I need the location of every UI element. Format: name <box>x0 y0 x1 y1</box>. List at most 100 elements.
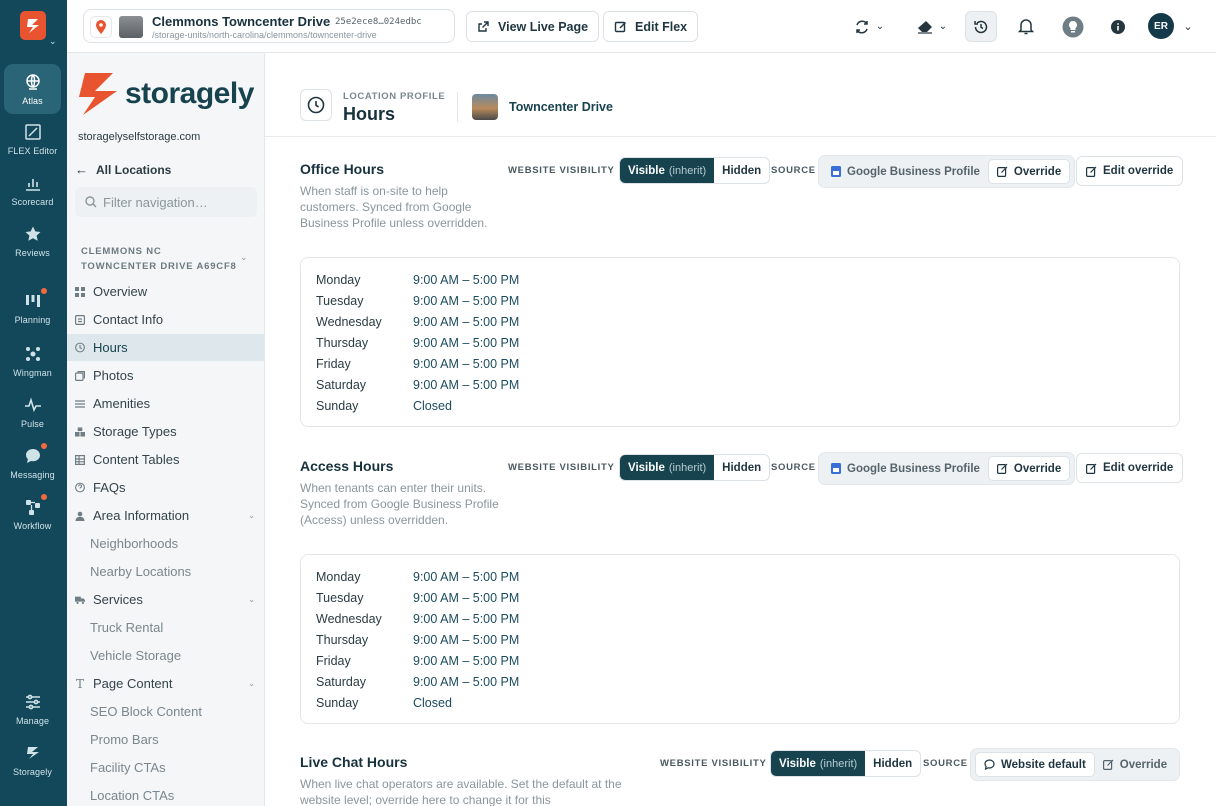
chevron-down-icon: ⌄ <box>875 21 885 32</box>
override-option[interactable]: Override <box>987 159 1071 184</box>
view-live-page-button[interactable]: View Live Page <box>466 11 600 42</box>
rail-item-storagely[interactable]: Storagely <box>4 735 61 785</box>
google-business-icon <box>831 463 841 474</box>
visibility-toggle: Visible (inherit) Hidden <box>770 750 922 777</box>
nav-item-photos[interactable]: Photos <box>67 362 264 389</box>
hidden-option[interactable]: Hidden <box>714 158 769 183</box>
filter-navigation-input[interactable] <box>103 194 253 210</box>
override-option[interactable]: Override <box>987 456 1071 481</box>
user-icon <box>75 511 85 521</box>
nav-item-promo-bars[interactable]: Promo Bars <box>90 732 159 747</box>
rail-item-workflow[interactable]: Workflow <box>4 489 61 539</box>
notification-dot <box>40 288 47 294</box>
all-locations-link[interactable]: ← All Locations <box>75 162 171 177</box>
nav-item-seo-block-content[interactable]: SEO Block Content <box>90 704 202 719</box>
nav-item-contact-info[interactable]: Contact Info <box>67 306 264 333</box>
nav-item-nearby-locations[interactable]: Nearby Locations <box>90 564 191 579</box>
arrow-left-icon: ← <box>75 162 88 177</box>
edit-canvas-icon <box>23 122 43 142</box>
override-option[interactable]: Override <box>1095 752 1175 777</box>
nav-item-services[interactable]: Services ⌄ <box>67 586 264 613</box>
account-menu-chevron-icon[interactable]: ⌄ <box>1181 11 1195 42</box>
rail-item-pulse[interactable]: Pulse <box>4 387 61 437</box>
hours-row: Sunday Closed <box>316 398 452 413</box>
top-bar: Clemmons Towncenter Drive 25e2ece8…024ed… <box>67 0 1216 53</box>
app-logo-icon[interactable] <box>20 11 46 40</box>
edit-icon <box>1086 463 1097 474</box>
info-button[interactable] <box>1110 11 1126 42</box>
notifications-button[interactable] <box>1016 11 1036 42</box>
location-group-header[interactable]: CLEMMONS NC TOWNCENTER DRIVE A69CF8 <box>81 244 237 274</box>
hours-row: Wednesday 9:00 AM – 5:00 PM <box>316 314 520 329</box>
hours-row: Sunday Closed <box>316 695 452 710</box>
visible-option[interactable]: Visible (inherit) <box>620 455 715 480</box>
rail-item-manage[interactable]: Manage <box>4 684 61 734</box>
nav-item-truck-rental[interactable]: Truck Rental <box>90 620 163 635</box>
nav-item-location-ctas[interactable]: Location CTAs <box>90 788 174 803</box>
rail-item-wingman[interactable]: Wingman <box>4 336 61 386</box>
chevron-down-icon: ⌄ <box>248 595 255 604</box>
rail-item-scorecard[interactable]: Scorecard <box>4 165 61 215</box>
ideas-button[interactable] <box>1060 11 1086 42</box>
nav-item-hours[interactable]: Hours <box>67 334 264 361</box>
chat-icon <box>23 443 47 466</box>
notification-dot <box>40 494 47 500</box>
rail-item-reviews[interactable]: Reviews <box>4 216 61 266</box>
rail-item-planning[interactable]: Planning <box>4 283 61 333</box>
edit-flex-button[interactable]: Edit Flex <box>603 11 699 42</box>
rail-item-messaging[interactable]: Messaging <box>4 438 61 488</box>
website-default-option[interactable]: Website default <box>975 752 1095 777</box>
clock-icon <box>75 342 85 353</box>
section-sidebar: storagely storagelyselfstorage.com ← All… <box>67 53 265 806</box>
user-avatar[interactable]: ER <box>1148 13 1174 39</box>
list-settings-icon <box>75 399 85 409</box>
nav-item-amenities[interactable]: Amenities <box>67 390 264 417</box>
hidden-option[interactable]: Hidden <box>865 751 920 776</box>
nav-item-facility-ctas[interactable]: Facility CTAs <box>90 760 166 775</box>
eraser-dropdown[interactable]: ⌄ <box>912 11 952 42</box>
location-switcher[interactable]: Clemmons Towncenter Drive 25e2ece8…024ed… <box>83 9 455 43</box>
google-business-profile-option[interactable]: Google Business Profile <box>823 159 988 184</box>
edit-icon <box>996 166 1008 177</box>
page-header: LOCATION PROFILE Hours Towncenter Drive <box>265 53 1216 137</box>
nav-item-page-content[interactable]: T Page Content ⌄ <box>67 670 264 697</box>
nav-item-neighborhoods[interactable]: Neighborhoods <box>90 536 178 551</box>
nav-item-content-tables[interactable]: Content Tables <box>67 446 264 473</box>
hours-row: Friday 9:00 AM – 5:00 PM <box>316 356 520 371</box>
clock-icon <box>300 89 332 121</box>
workflow-icon <box>23 494 47 517</box>
external-link-icon <box>478 21 489 32</box>
notification-dot <box>40 443 47 449</box>
history-button[interactable] <box>965 11 997 42</box>
contact-card-icon <box>75 314 85 325</box>
source-toggle: Google Business Profile Override <box>818 155 1076 188</box>
nav-item-overview[interactable]: Overview <box>67 278 264 305</box>
website-visibility-label: WEBSITE VISIBILITY <box>508 165 626 176</box>
section-title: Office Hours <box>300 161 385 177</box>
header-divider <box>457 92 458 122</box>
eraser-icon <box>917 20 932 34</box>
location-thumbnail <box>119 16 143 38</box>
page-title: Hours <box>343 104 396 124</box>
edit-override-button[interactable]: Edit override <box>1076 453 1184 483</box>
website-visibility-label: WEBSITE VISIBILITY <box>660 758 778 769</box>
hours-row: Wednesday 9:00 AM – 5:00 PM <box>316 611 520 626</box>
visible-option[interactable]: Visible (inherit) <box>771 751 866 776</box>
edit-override-button[interactable]: Edit override <box>1076 156 1184 186</box>
filter-navigation[interactable] <box>75 187 257 217</box>
hidden-option[interactable]: Hidden <box>714 455 769 480</box>
nav-item-faqs[interactable]: FAQs <box>67 474 264 501</box>
google-business-profile-option[interactable]: Google Business Profile <box>823 456 988 481</box>
storagely-icon <box>23 743 43 763</box>
rail-item-atlas[interactable]: Atlas <box>4 64 61 114</box>
visible-option[interactable]: Visible (inherit) <box>620 158 715 183</box>
nav-item-vehicle-storage[interactable]: Vehicle Storage <box>90 648 181 663</box>
nav-item-area-information[interactable]: Area Information ⌄ <box>67 502 264 529</box>
rail-item-flex-editor[interactable]: FLEX Editor <box>4 114 61 164</box>
sync-dropdown[interactable]: ⌄ <box>849 11 889 42</box>
chevron-down-icon[interactable]: ⌄ <box>240 252 248 263</box>
sliders-icon <box>23 692 43 712</box>
refresh-icon <box>856 19 868 34</box>
nav-item-storage-types[interactable]: Storage Types <box>67 418 264 445</box>
app-switcher-chevron-icon[interactable]: ⌄ <box>49 36 57 47</box>
